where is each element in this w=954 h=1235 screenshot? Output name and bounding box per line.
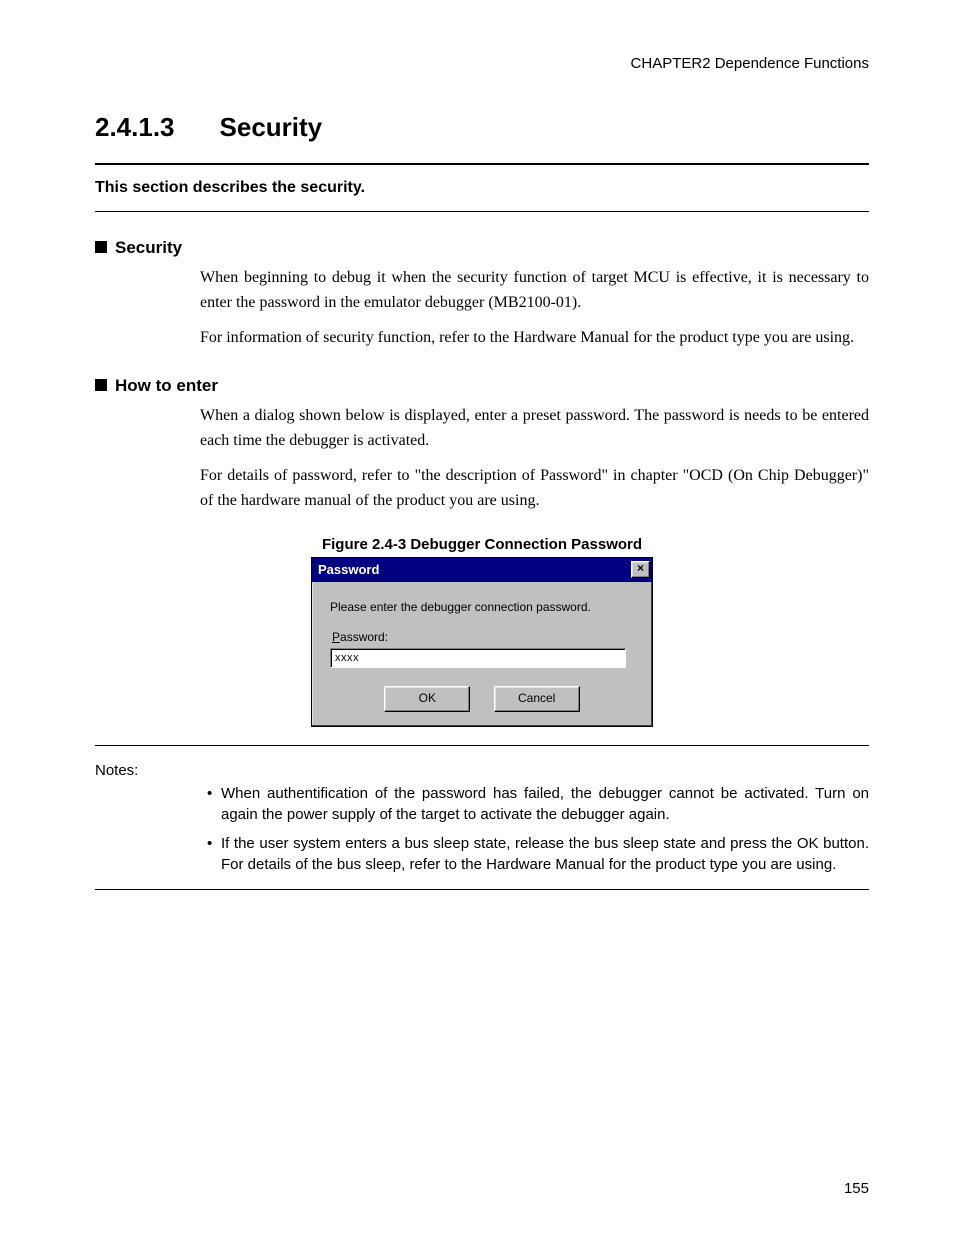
subheading-howto-text: How to enter xyxy=(115,376,218,395)
page: CHAPTER2 Dependence Functions 2.4.1.3 Sec… xyxy=(0,0,954,1235)
dialog-titlebar: Password × xyxy=(312,558,652,582)
security-body: When beginning to debug it when the secu… xyxy=(200,266,869,350)
security-p2: For information of security function, re… xyxy=(200,326,869,351)
password-label-rest: assword: xyxy=(340,630,388,644)
rule-top xyxy=(95,163,869,165)
dialog-button-row: OK Cancel xyxy=(328,686,636,712)
square-bullet-icon xyxy=(95,379,107,391)
cancel-button[interactable]: Cancel xyxy=(494,686,580,712)
figure-caption: Figure 2.4-3 Debugger Connection Passwor… xyxy=(95,536,869,553)
howto-p1: When a dialog shown below is displayed, … xyxy=(200,404,869,454)
subheading-security: Security xyxy=(95,238,869,258)
howto-p2: For details of password, refer to "the d… xyxy=(200,464,869,514)
notes-list: When authentification of the password ha… xyxy=(95,783,869,875)
square-bullet-icon xyxy=(95,241,107,253)
howto-body: When a dialog shown below is displayed, … xyxy=(200,404,869,513)
subheading-security-text: Security xyxy=(115,238,182,257)
rule-after-intro xyxy=(95,211,869,212)
section-heading: 2.4.1.3 Security xyxy=(95,112,869,143)
page-number: 155 xyxy=(844,1180,869,1197)
chapter-header: CHAPTER2 Dependence Functions xyxy=(95,55,869,72)
notes-label: Notes: xyxy=(95,762,869,779)
note-item: When authentification of the password ha… xyxy=(207,783,869,825)
dialog-title: Password xyxy=(318,562,379,577)
security-p1: When beginning to debug it when the secu… xyxy=(200,266,869,316)
password-input[interactable]: xxxx xyxy=(330,648,626,668)
password-label-accel: P xyxy=(332,630,340,644)
section-number: 2.4.1.3 xyxy=(95,112,175,143)
password-label: Password: xyxy=(332,630,636,644)
password-dialog: Password × Please enter the debugger con… xyxy=(311,557,653,727)
close-button[interactable]: × xyxy=(631,561,650,578)
section-title: Security xyxy=(220,112,323,142)
subheading-howto: How to enter xyxy=(95,376,869,396)
rule-before-notes xyxy=(95,745,869,746)
section-intro: This section describes the security. xyxy=(95,179,869,197)
dialog-wrap: Password × Please enter the debugger con… xyxy=(95,557,869,727)
ok-button[interactable]: OK xyxy=(384,686,470,712)
dialog-body: Please enter the debugger connection pas… xyxy=(312,582,652,726)
rule-after-notes xyxy=(95,889,869,890)
dialog-message: Please enter the debugger connection pas… xyxy=(330,600,636,614)
note-item: If the user system enters a bus sleep st… xyxy=(207,833,869,875)
